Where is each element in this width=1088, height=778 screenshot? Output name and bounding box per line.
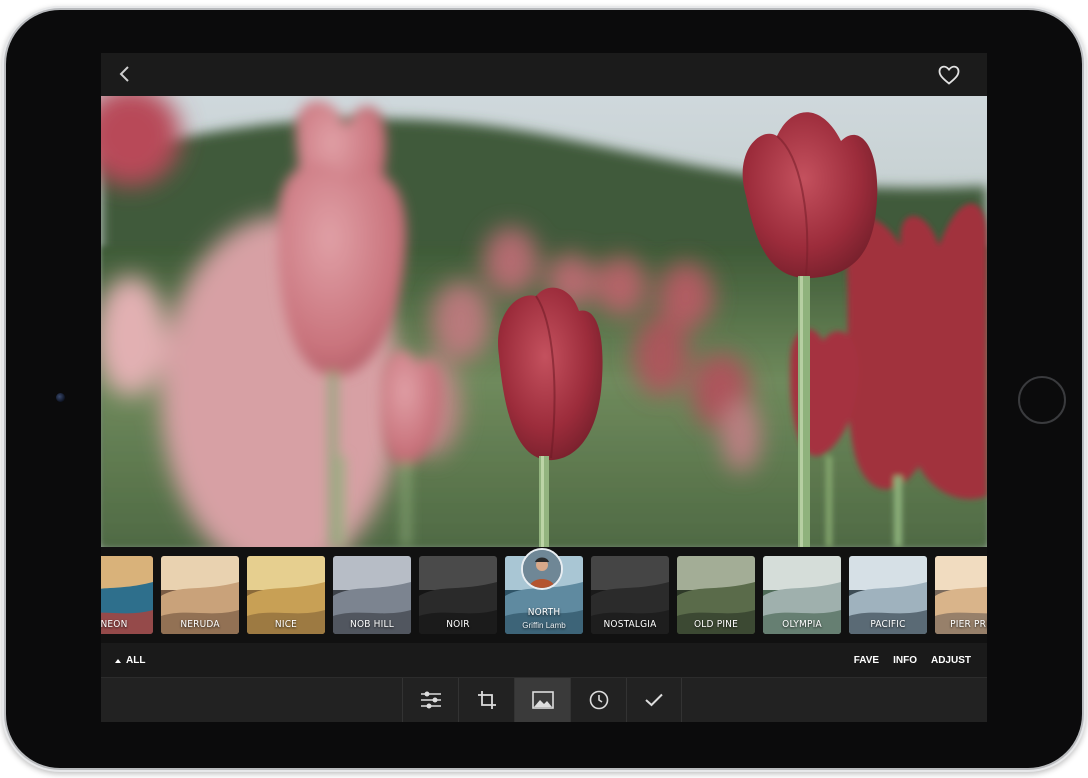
filter-label: NORTH: [527, 607, 561, 618]
filter-label: NOB HILL: [350, 619, 394, 630]
filter-thumb-olympia[interactable]: OLYMPIA: [763, 556, 841, 634]
chevron-left-icon[interactable]: [115, 64, 135, 84]
filter-label: PIER PRES: [950, 619, 987, 630]
image-tool-button[interactable]: [514, 678, 570, 722]
filter-label: NOIR: [446, 619, 470, 630]
heart-icon[interactable]: [937, 64, 961, 86]
top-bar: [101, 53, 987, 96]
filter-thumb-noir[interactable]: NOIR: [419, 556, 497, 634]
filter-thumb-neon[interactable]: NEON: [101, 556, 153, 634]
sliders-tool-button[interactable]: [402, 678, 458, 722]
author-avatar: [521, 548, 563, 590]
filter-strip[interactable]: PIER PRES PACIFIC OLYMPIA OLD PINE NOSTALGIA…: [101, 547, 987, 643]
filter-thumb-neruda[interactable]: NERUDA: [161, 556, 239, 634]
crop-icon: [477, 691, 496, 709]
bottom-toolbar: [101, 677, 987, 722]
filter-thumb-nice[interactable]: NICE: [247, 556, 325, 634]
triangle-up-icon: [115, 658, 121, 663]
filter-label: NEON: [101, 619, 128, 630]
filter-thumb-pacific[interactable]: PACIFIC: [849, 556, 927, 634]
filter-thumb-old-pine[interactable]: OLD PINE: [677, 556, 755, 634]
apply-tool-button[interactable]: [626, 678, 682, 722]
filter-thumb-pier-pres[interactable]: PIER PRES: [935, 556, 987, 634]
home-button[interactable]: [1018, 376, 1066, 424]
filter-label: NOSTALGIA: [603, 619, 657, 630]
crop-tool-button[interactable]: [458, 678, 514, 722]
filter-label: PACIFIC: [870, 619, 906, 630]
filter-label: NICE: [274, 619, 298, 630]
options-bar: ALL FAVE INFO ADJUST: [101, 643, 987, 677]
history-icon: [589, 690, 608, 710]
front-camera: [56, 393, 65, 402]
history-tool-button[interactable]: [570, 678, 626, 722]
editor-screen: PIER PRES PACIFIC OLYMPIA OLD PINE NOSTALGIA…: [101, 53, 987, 722]
all-filters-toggle[interactable]: ALL: [115, 655, 145, 666]
info-button[interactable]: INFO: [893, 655, 917, 666]
checkmark-icon: [645, 693, 663, 707]
sliders-icon: [420, 691, 441, 709]
image-icon: [531, 691, 554, 709]
filter-thumb-nostalgia[interactable]: NOSTALGIA: [591, 556, 669, 634]
filter-thumb-nob-hill[interactable]: NOB HILL: [333, 556, 411, 634]
filter-label: OLYMPIA: [782, 619, 822, 630]
filter-label: OLD PINE: [694, 619, 738, 630]
adjust-button[interactable]: ADJUST: [931, 655, 971, 666]
photo-preview: [101, 96, 987, 547]
fave-button[interactable]: FAVE: [854, 655, 879, 666]
filter-label: NERUDA: [180, 619, 220, 630]
all-label: ALL: [126, 655, 146, 666]
filter-author: Griffin Lamb: [522, 621, 566, 630]
